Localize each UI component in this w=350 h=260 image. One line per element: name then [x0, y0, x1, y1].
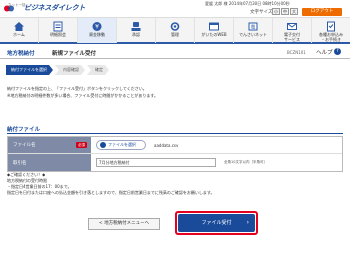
- approve-icon: [131, 22, 141, 31]
- field-label: ファイル名: [13, 143, 36, 148]
- font-size-large-button[interactable]: 大: [290, 8, 298, 15]
- field-label: 取引名: [13, 160, 27, 166]
- page-title: 地方税納付: [7, 51, 35, 57]
- section-title: 納付ファイル: [7, 127, 41, 133]
- file-cell: ファイルを選択 aaddata.csv: [91, 137, 342, 153]
- help-question-icon[interactable]: ?: [334, 48, 341, 55]
- selected-file-name: aaddata.csv: [154, 142, 179, 148]
- font-size-medium-button[interactable]: 中: [281, 8, 289, 15]
- page-subtitle: 新規ファイル受付: [52, 51, 97, 57]
- application-icon: [327, 21, 335, 32]
- instruction-text: 納付ファイルを指定の上、「ファイル受付」ボタンをクリックしてください。: [7, 86, 147, 91]
- help-link[interactable]: ヘルプ: [316, 48, 333, 56]
- nav-manage[interactable]: 管理: [156, 18, 195, 43]
- font-size-label: 文字サイズ: [250, 10, 273, 15]
- form-row-file: ファイル名 必須 ファイルを選択 aaddata.csv: [8, 137, 342, 154]
- payment-file-form: ファイル名 必須 ファイルを選択 aaddata.csv 取引名 7月分地方税納…: [7, 136, 343, 172]
- densai-icon: 電: [248, 22, 258, 31]
- nav-label: ホーム: [13, 32, 25, 37]
- nav-densai[interactable]: 電 でんさいネット: [234, 18, 273, 43]
- submit-label: ファイル受付: [201, 220, 232, 226]
- section-divider: [7, 133, 343, 134]
- logout-label: ログアウト: [310, 9, 334, 14]
- nav-approve[interactable]: 承認: [117, 18, 156, 43]
- nav-application[interactable]: 各種お申込み ・お手続き: [312, 18, 350, 43]
- file-name-label: ファイル名 必須: [8, 137, 91, 153]
- nav-label: でんさいネット: [239, 32, 267, 37]
- user-name: 愛媛 太郎 様: [205, 1, 228, 6]
- step-confirm: 内容確認: [55, 65, 85, 75]
- transfer-icon: ¥: [92, 22, 102, 31]
- file-select-button[interactable]: ファイルを選択: [96, 140, 146, 150]
- statement-icon: [53, 21, 63, 32]
- web-icon: [209, 22, 219, 31]
- user-info: 愛媛 太郎 様 2014年07月30日 08時10分00秒: [205, 1, 290, 7]
- last-login: 2014年07月30日 08時10分00秒: [228, 1, 290, 6]
- nav-statement[interactable]: 明細照会: [39, 18, 78, 43]
- nav-label: 承認: [132, 32, 140, 37]
- instruction-note: ※地方税納付の明細件数が多い場合、ファイル受付に時間がかかることがあります。: [7, 93, 158, 98]
- chevron-right-icon: ›: [246, 219, 249, 226]
- svg-text:電: 電: [251, 25, 256, 31]
- back-to-menu-button[interactable]: < 地方税納付メニューへ: [88, 218, 160, 230]
- file-select-label: ファイルを選択: [108, 142, 136, 147]
- nav-transfer[interactable]: ¥ 資金移動: [78, 18, 117, 43]
- e-delivery-icon: [287, 23, 297, 30]
- transaction-name-input[interactable]: 7月分地方税納付: [96, 158, 216, 167]
- nav-web[interactable]: がいたのWEB: [195, 18, 234, 43]
- logout-button[interactable]: ログアウト: [302, 8, 342, 16]
- required-badge: 必須: [76, 142, 87, 148]
- global-nav: ホーム 明細照会 ¥ 資金移動 承認 管理 がいたのWEB 電 でんさいネット …: [0, 17, 350, 44]
- file-submit-button[interactable]: ファイル受付 ›: [178, 214, 255, 232]
- manage-icon: [170, 22, 180, 31]
- notice-line: 指定日を日付または口座への払込金額を引き落としますので、指定日前営業日までに残高…: [7, 190, 215, 195]
- nav-label: 管理: [171, 32, 179, 37]
- logo-text: ビジネスダイレクト: [24, 4, 86, 12]
- nav-label-line2: ・お手続き: [321, 36, 341, 42]
- nav-label-line2: サービス: [284, 36, 300, 42]
- form-row-name: 取引名 7月分地方税納付 全角10文字以内［半角可］: [8, 154, 342, 171]
- logo-subtitle: ネット一括: [8, 3, 26, 7]
- nav-e-delivery[interactable]: 電子交付 サービス: [273, 18, 312, 43]
- step-complete: 確定: [87, 65, 109, 75]
- nav-label: 資金移動: [89, 32, 105, 37]
- name-cell: 7月分地方税納付 全角10文字以内［半角可］: [91, 154, 342, 171]
- nav-label: 明細照会: [50, 32, 66, 37]
- home-icon: [14, 22, 24, 31]
- screen-id: BCZN101: [287, 50, 306, 55]
- folder-icon: [100, 142, 106, 148]
- nav-home[interactable]: ホーム: [0, 18, 39, 43]
- svg-text:¥: ¥: [95, 24, 99, 31]
- nav-label: がいたのWEB: [201, 32, 227, 37]
- step-indicator: 納付ファイルを選択 内容確認 確定: [6, 65, 111, 75]
- font-size-small-button[interactable]: 小: [272, 8, 280, 15]
- transaction-name-label: 取引名: [8, 154, 91, 171]
- step-select-file: 納付ファイルを選択: [6, 65, 53, 75]
- input-hint: 全角10文字以内［半角可］: [224, 160, 267, 164]
